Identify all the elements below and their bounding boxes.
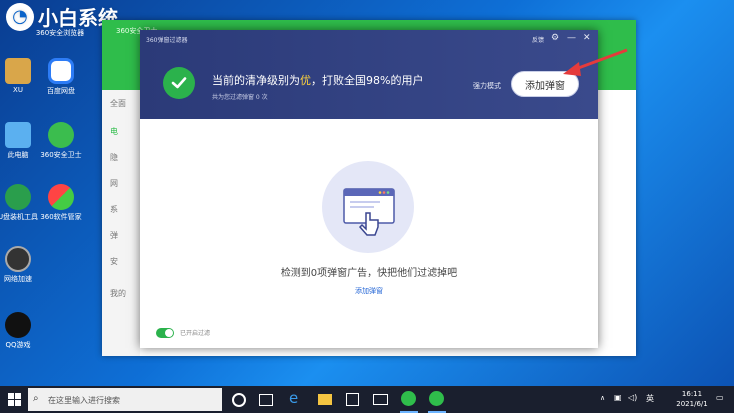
dialog-header: 360弹窗过滤器 反馈 ⚙ — ✕ 当前的清净级别为优，打败全国98%的用户 共… [140,30,598,119]
clean-level-headline: 当前的清净级别为优，打败全国98%的用户 [212,72,423,88]
popup-filter-dialog: 360弹窗过滤器 反馈 ⚙ — ✕ 当前的清净级别为优，打败全国98%的用户 共… [140,30,598,348]
desktop-icon-label: 360安全浏览器 [35,29,85,37]
tray-expand-icon[interactable]: ∧ [600,394,605,402]
ime-lang-indicator[interactable]: 英 [646,393,654,404]
cortana-icon[interactable] [232,393,246,407]
clock-time: 16:11 [681,390,703,398]
browser-window-icon [343,188,395,236]
minimize-icon[interactable]: — [567,33,576,43]
headline-prefix: 当前的清净级别为 [212,74,300,87]
feedback-link[interactable]: 反馈 [532,35,544,44]
sidebar-item[interactable]: 全面 [110,98,126,109]
network-icon[interactable]: ▣ [614,393,622,402]
360safe-taskbar-icon[interactable] [401,391,416,406]
accelerator-icon [5,246,31,272]
software-manager-icon [48,184,74,210]
taskbar: ⌕ 在这里输入进行搜索 e ∧ ▣ ◁) 英 16:11 2021/6/1 ▭ [0,386,734,413]
folder-icon [5,58,31,84]
settings-icon[interactable]: ⚙ [551,33,559,43]
sidebar-item[interactable]: 安 [110,256,118,267]
desktop-icon-360browser[interactable]: 360安全浏览器 [30,28,90,38]
windows-start-icon[interactable] [8,393,21,406]
filter-count-text: 共为您过滤弹窗 0 次 [212,94,268,101]
clock-date: 2021/6/1 [676,400,708,408]
sidebar-item[interactable]: 隐 [110,152,118,163]
sidebar-item[interactable]: 弹 [110,230,118,241]
filter-toggle-label: 已开启过滤 [180,330,211,337]
filter-toggle[interactable] [156,328,174,338]
store-icon[interactable] [346,393,359,406]
search-icon: ⌕ [33,393,39,404]
sidebar-item[interactable]: 我的 [110,288,126,299]
baidu-netdisk-icon [48,58,74,84]
360-shield-icon [48,122,74,148]
taskbar-search-box[interactable]: ⌕ 在这里输入进行搜索 [28,388,222,411]
mail-icon[interactable] [373,394,388,405]
empty-state-illustration [322,161,414,253]
desktop-icon-360safe[interactable]: 360安全卫士 [31,122,91,160]
popup-filter-taskbar-icon[interactable] [429,391,444,406]
desktop-icon-label: 百度网盘 [47,87,75,95]
sidebar-item[interactable]: 系 [110,204,118,215]
headline-suffix: ，打败全国98%的用户 [311,74,424,87]
notification-icon[interactable]: ▭ [716,393,724,402]
desktop-icon-label: 360安全卫士 [40,151,82,159]
close-icon[interactable]: ✕ [583,33,591,43]
headline-level: 优 [300,74,311,87]
check-icon [163,67,195,99]
desktop-icon-baidu[interactable]: 百度网盘 [31,58,91,96]
dialog-title: 360弹窗过滤器 [146,37,188,44]
sidebar-item[interactable]: 电 [110,126,118,137]
annotation-arrow-icon [563,48,628,76]
desktop-icon-360softmgr[interactable]: 360软件管家 [31,184,91,222]
main-window-sidebar: 全面 电 隐 网 系 弹 安 我的 [102,90,140,356]
volume-icon[interactable]: ◁) [628,393,637,402]
strong-mode-toggle[interactable]: 强力模式 [473,81,501,91]
desktop-icon-label: 网络加速 [4,275,32,283]
empty-state-text: 检测到0项弹窗广告，快把他们过滤掉吧 [280,268,458,279]
watermark-icon: ◔ [6,2,34,31]
file-explorer-icon[interactable] [318,394,332,405]
add-popup-link[interactable]: 添加弹窗 [140,286,598,296]
desktop-icon-label: 360软件管家 [40,213,82,221]
task-view-icon[interactable] [259,394,273,406]
usb-tool-icon [5,184,31,210]
qq-penguin-icon [5,312,31,338]
computer-icon [5,122,31,148]
desktop-icon-label: QQ游戏 [5,341,31,349]
sidebar-item[interactable]: 网 [110,178,118,189]
edge-icon[interactable]: e [289,389,305,407]
search-placeholder: 在这里输入进行搜索 [48,396,120,405]
desktop-icon-qqgame[interactable]: QQ游戏 [0,312,48,350]
clock[interactable]: 16:11 2021/6/1 [672,389,712,409]
desktop-icon-accelerator[interactable]: 网络加速 [0,246,48,284]
